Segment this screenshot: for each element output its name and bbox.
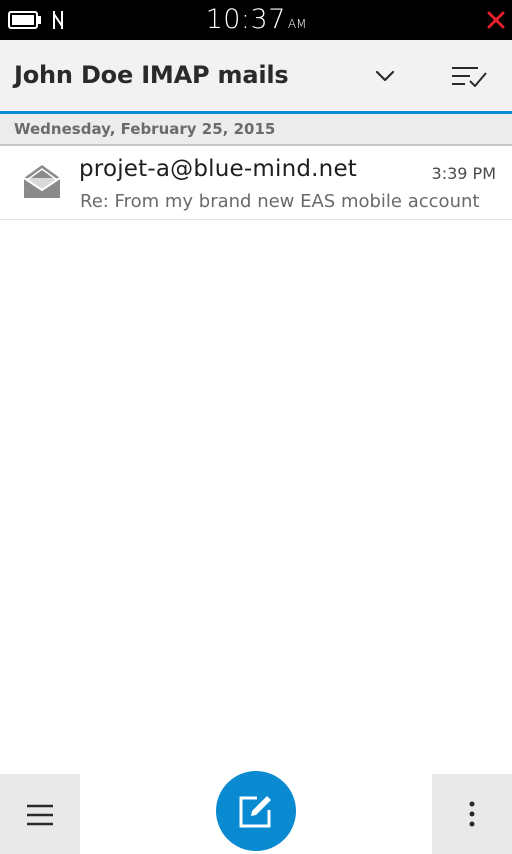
- compose-button[interactable]: [216, 771, 296, 851]
- clock-ampm: AM: [287, 17, 307, 31]
- date-section-header: Wednesday, February 25, 2015: [0, 114, 512, 146]
- message-sender: projet-a@blue-mind.net: [79, 156, 358, 182]
- menu-button[interactable]: [0, 774, 80, 854]
- clock-time: 10:37: [205, 4, 286, 35]
- list-item[interactable]: projet-a@blue-mind.net 3:39 PM Re: From …: [0, 147, 512, 220]
- message-time: 3:39 PM: [431, 164, 496, 183]
- status-bar: 10:37 AM: [0, 0, 512, 40]
- overflow-icon: [469, 801, 475, 827]
- chevron-down-icon[interactable]: [373, 68, 397, 84]
- menu-icon: [27, 804, 53, 826]
- message-subject: Re: From my brand new EAS mobile account: [80, 191, 480, 212]
- action-bar: [0, 771, 512, 854]
- clock: 10:37 AM: [0, 4, 512, 40]
- compose-icon: [239, 796, 271, 828]
- envelope-open-icon: [23, 165, 61, 198]
- multi-select-icon[interactable]: [451, 65, 487, 89]
- page-title[interactable]: John Doe IMAP mails: [14, 61, 289, 89]
- email-inbox-screen: 10:37 AM John Doe IMAP mails Wednesday, F…: [0, 0, 512, 854]
- close-icon[interactable]: [487, 11, 505, 29]
- overflow-menu-button[interactable]: [432, 774, 512, 854]
- date-header-label: Wednesday, February 25, 2015: [14, 120, 276, 138]
- title-bar: John Doe IMAP mails: [0, 40, 512, 111]
